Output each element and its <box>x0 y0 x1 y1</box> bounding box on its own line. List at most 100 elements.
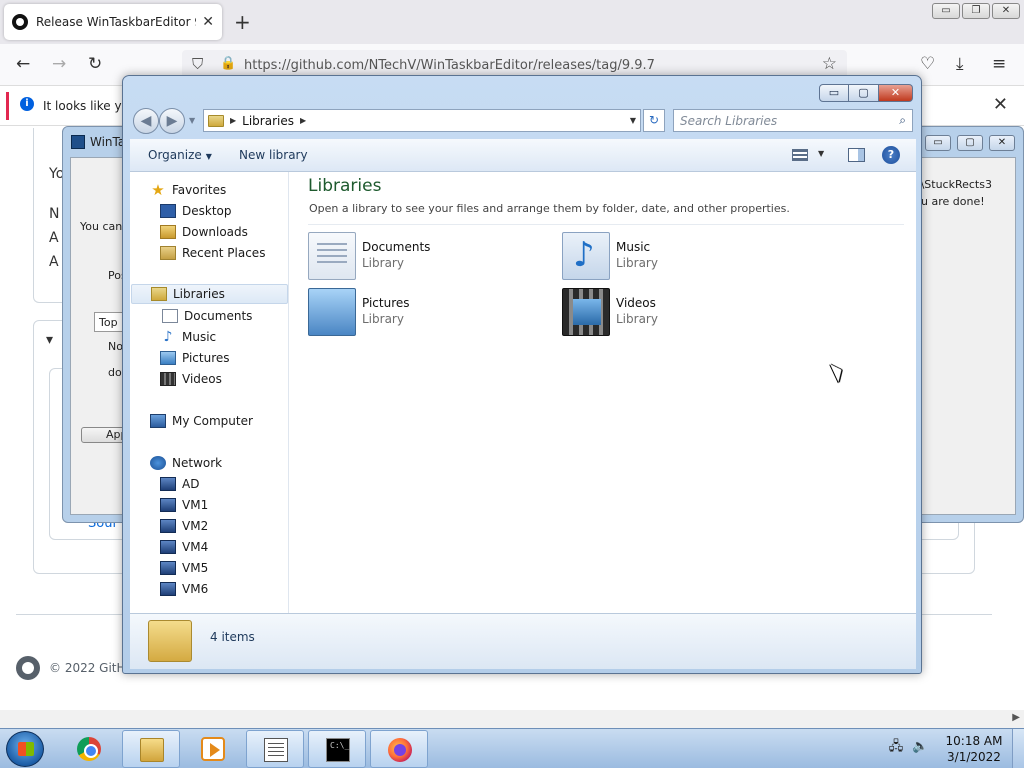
nav-recent-places[interactable]: Recent Places <box>160 243 265 263</box>
taskbar: C:\_ 🖧 🔈 10:18 AM 3/1/2022 <box>0 728 1024 768</box>
recent-pages-dropdown[interactable]: ▼ <box>189 116 195 125</box>
explorer-maximize-button[interactable]: ▢ <box>849 84 879 102</box>
search-icon[interactable]: ⌕ <box>899 113 906 128</box>
app-text-fragment: You can <box>80 220 123 233</box>
scroll-right-arrow-icon[interactable]: ▶ <box>1012 712 1020 723</box>
nav-music[interactable]: ♪ Music <box>160 327 217 347</box>
taskbar-wintaskbareditor[interactable] <box>246 730 304 768</box>
breadcrumb-separator[interactable]: ▶ <box>300 116 306 125</box>
media-player-icon <box>201 737 225 761</box>
taskbar-firefox[interactable] <box>370 730 428 768</box>
breadcrumb-libraries[interactable]: Libraries <box>242 114 294 128</box>
navigation-pane: ★ Favorites Desktop Downloads Recent Plac… <box>130 172 289 613</box>
footer-copyright: © 2022 GitHu <box>49 661 134 675</box>
pictures-icon <box>160 351 176 365</box>
new-tab-button[interactable]: + <box>234 10 251 34</box>
nav-libraries[interactable]: Libraries <box>131 284 288 304</box>
videos-library-icon <box>562 288 610 336</box>
network-computer-icon <box>160 498 176 512</box>
menu-icon[interactable]: ≡ <box>992 54 1006 74</box>
search-box[interactable]: ⌕ <box>673 109 913 132</box>
nav-network-host[interactable]: VM6 <box>160 579 208 599</box>
documents-library-icon <box>308 232 356 280</box>
nav-documents[interactable]: Documents <box>160 306 252 326</box>
music-note-icon: ♪ <box>163 329 173 345</box>
tracking-shield-icon[interactable]: ⛉ <box>192 55 203 73</box>
nav-my-computer[interactable]: My Computer <box>150 411 253 431</box>
library-tile-pictures[interactable]: Pictures Library <box>308 288 548 338</box>
nav-network-host[interactable]: AD <box>160 474 199 494</box>
nav-downloads[interactable]: Downloads <box>160 222 248 242</box>
refresh-button[interactable]: ↻ <box>643 109 665 132</box>
notice-accent <box>6 92 9 120</box>
pocket-icon[interactable]: ♡ <box>920 54 935 74</box>
explorer-minimize-button[interactable]: ▭ <box>819 84 849 102</box>
horizontal-scrollbar[interactable]: ▶ <box>0 710 1024 728</box>
library-tile-videos[interactable]: Videos Library <box>562 288 802 338</box>
taskbar-media-player[interactable] <box>184 730 242 768</box>
preview-pane-icon[interactable] <box>848 148 865 162</box>
network-icon[interactable]: 🖧 <box>888 739 904 755</box>
nav-pictures[interactable]: Pictures <box>160 348 230 368</box>
app-minimize-button[interactable]: ▭ <box>925 135 951 151</box>
address-bar[interactable]: ▶ Libraries ▶ ▼ <box>203 109 641 132</box>
back-arrow-icon[interactable]: ← <box>16 54 30 74</box>
taskbar-chrome[interactable] <box>60 730 118 768</box>
browser-close-button[interactable]: ✕ <box>992 3 1020 19</box>
url-text[interactable]: https://github.com/NTechV/WinTaskbarEdit… <box>244 58 655 73</box>
start-button[interactable] <box>6 731 44 767</box>
nav-favorites[interactable]: ★ Favorites <box>150 180 226 200</box>
system-clock[interactable]: 10:18 AM 3/1/2022 <box>944 733 1004 765</box>
view-options-dropdown[interactable]: ▼ <box>818 149 824 158</box>
forward-arrow-icon[interactable]: → <box>52 54 66 74</box>
app-text-fragment: u are done! <box>921 195 985 208</box>
nav-network[interactable]: Network <box>150 453 222 473</box>
help-icon[interactable]: ? <box>882 146 900 164</box>
tab-close-icon[interactable]: ✕ <box>202 14 214 30</box>
nav-network-host[interactable]: VM1 <box>160 495 208 515</box>
volume-icon[interactable]: 🔈 <box>912 739 928 755</box>
content-pane: Libraries Open a library to see your fil… <box>290 172 916 613</box>
taskbar-command-prompt[interactable]: C:\_ <box>308 730 366 768</box>
search-input[interactable] <box>674 110 884 131</box>
address-dropdown[interactable]: ▼ <box>630 116 636 125</box>
network-computer-icon <box>160 477 176 491</box>
page-title: Libraries <box>308 176 382 196</box>
library-tile-documents[interactable]: Documents Library <box>308 232 548 282</box>
change-view-icon[interactable] <box>792 149 808 161</box>
library-tile-music[interactable]: MusicLibrary <box>562 232 802 282</box>
reload-icon[interactable]: ↻ <box>88 54 102 74</box>
nav-videos[interactable]: Videos <box>160 369 222 389</box>
show-desktop-button[interactable] <box>1012 729 1024 768</box>
breadcrumb-separator[interactable]: ▶ <box>230 116 236 125</box>
nav-network-host[interactable]: VM5 <box>160 558 208 578</box>
nav-network-host[interactable]: VM4 <box>160 537 208 557</box>
nav-network-host[interactable]: VM2 <box>160 516 208 536</box>
network-computer-icon <box>160 561 176 575</box>
bookmark-star-icon[interactable]: ☆ <box>822 54 837 74</box>
new-library-button[interactable]: New library <box>239 148 308 162</box>
explorer-window: ▭ ▢ ✕ ◀ ▶ ▼ ▶ Libraries ▶ ▼ ↻ ⌕ Organize… <box>122 75 922 674</box>
info-icon: i <box>20 97 34 111</box>
nav-desktop[interactable]: Desktop <box>160 201 232 221</box>
lock-icon[interactable]: 🔒 <box>220 56 236 71</box>
browser-restore-button[interactable]: ❐ <box>962 3 990 19</box>
taskbar-explorer[interactable] <box>122 730 180 768</box>
downloads-folder-icon <box>160 225 176 239</box>
explorer-close-button[interactable]: ✕ <box>879 84 913 102</box>
github-logo-icon[interactable] <box>16 656 40 680</box>
notice-close-icon[interactable]: ✕ <box>993 94 1008 115</box>
explorer-folder-icon <box>140 738 164 762</box>
forward-button[interactable]: ▶ <box>159 108 185 134</box>
app-maximize-button[interactable]: ▢ <box>957 135 983 151</box>
libraries-folder-icon <box>208 114 224 127</box>
browser-tab[interactable]: Release WinTaskbarEditor 9.9.7 ✕ <box>4 4 222 40</box>
back-button[interactable]: ◀ <box>133 108 159 134</box>
computer-icon <box>150 414 166 428</box>
organize-button[interactable]: Organize ▼ <box>148 148 212 162</box>
music-library-icon <box>562 232 610 280</box>
browser-minimize-button[interactable]: ▭ <box>932 3 960 19</box>
downloads-icon[interactable]: ⤓ <box>956 54 964 74</box>
app-close-button[interactable]: ✕ <box>989 135 1015 151</box>
pictures-library-icon <box>308 288 356 336</box>
